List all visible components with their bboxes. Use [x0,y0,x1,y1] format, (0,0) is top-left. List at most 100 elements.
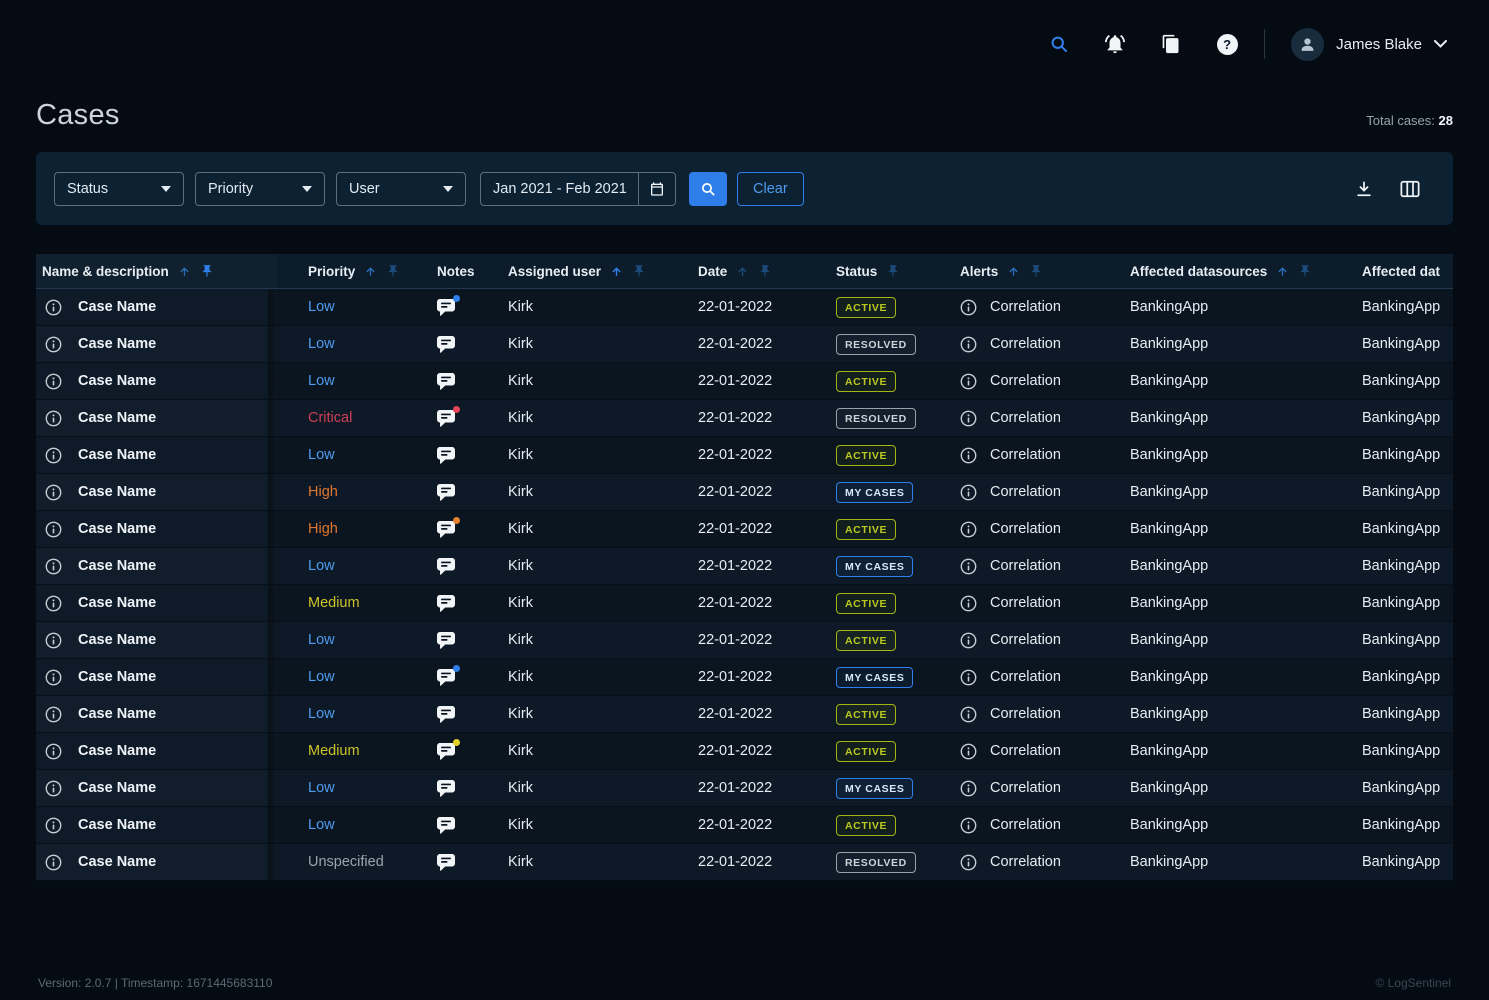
table-row[interactable]: Case Name Critical Kirk 22-01-2022 RESOL… [36,400,1453,437]
case-info-icon[interactable] [45,743,62,760]
alert-info-icon[interactable] [960,521,977,538]
alert-info-icon[interactable] [960,373,977,390]
column-header[interactable]: Notes [429,254,500,288]
case-info-icon[interactable] [45,373,62,390]
pin-icon[interactable] [1029,264,1043,278]
case-info-icon[interactable] [45,336,62,353]
notes-icon[interactable] [437,447,455,464]
column-header[interactable]: Assigned user [500,254,690,288]
case-info-icon[interactable] [45,558,62,575]
alert-info-icon[interactable] [960,780,977,797]
pin-icon[interactable] [632,264,646,278]
alert-info-icon[interactable] [960,336,977,353]
column-header[interactable]: Status [828,254,952,288]
table-row[interactable]: Case Name Low Kirk 22-01-2022 MY CASES [36,659,1453,696]
copy-documents-icon[interactable] [1160,33,1182,55]
alert-info-icon[interactable] [960,632,977,649]
notes-icon[interactable] [437,817,455,834]
alert-info-icon[interactable] [960,410,977,427]
table-row[interactable]: Case Name Low Kirk 22-01-2022 ACTIVE [36,363,1453,400]
table-row[interactable]: Case Name Low Kirk 22-01-2022 MY CASES [36,548,1453,585]
pin-icon[interactable] [758,264,772,278]
alert-info-icon[interactable] [960,817,977,834]
columns-icon[interactable] [1399,178,1421,200]
case-info-icon[interactable] [45,706,62,723]
table-row[interactable]: Case Name Low Kirk 22-01-2022 ACTIVE [36,289,1453,326]
alert-info-icon[interactable] [960,558,977,575]
table-row[interactable]: Case Name Unspecified Kirk 22-01-2022 RE… [36,844,1453,881]
case-info-icon[interactable] [45,299,62,316]
notes-icon[interactable] [437,373,455,390]
alert-info-icon[interactable] [960,484,977,501]
calendar-icon[interactable] [638,173,675,205]
priority-filter-dropdown[interactable]: Priority [195,172,325,206]
case-info-icon[interactable] [45,854,62,871]
alert-info-icon[interactable] [960,743,977,760]
pin-icon[interactable] [200,264,214,278]
table-row[interactable]: Case Name High Kirk 22-01-2022 ACTIVE [36,511,1453,548]
alert-info-icon[interactable] [960,706,977,723]
case-info-icon[interactable] [45,410,62,427]
table-row[interactable]: Case Name Low Kirk 22-01-2022 ACTIVE [36,696,1453,733]
column-header[interactable]: Priority [277,254,429,288]
column-header[interactable]: Date [690,254,828,288]
notes-icon[interactable] [437,780,455,797]
sort-arrow-icon[interactable] [736,265,749,278]
search-button[interactable] [689,172,727,206]
table-row[interactable]: Case Name Low Kirk 22-01-2022 RESOLVED [36,326,1453,363]
user-menu[interactable]: James Blake [1291,28,1447,61]
table-row[interactable]: Case Name Low Kirk 22-01-2022 ACTIVE [36,807,1453,844]
clear-button[interactable]: Clear [737,172,804,206]
notes-icon[interactable] [437,669,455,686]
sort-arrow-icon[interactable] [364,265,377,278]
user-filter-dropdown[interactable]: User [336,172,466,206]
notes-icon[interactable] [437,410,455,427]
table-row[interactable]: Case Name Medium Kirk 22-01-2022 ACTIVE [36,585,1453,622]
table-row[interactable]: Case Name Low Kirk 22-01-2022 ACTIVE [36,622,1453,659]
case-info-icon[interactable] [45,817,62,834]
sort-arrow-icon[interactable] [610,265,623,278]
notes-icon[interactable] [437,299,455,316]
case-info-icon[interactable] [45,780,62,797]
alert-info-icon[interactable] [960,595,977,612]
date-range-picker[interactable]: Jan 2021 - Feb 2021 [480,172,676,206]
table-row[interactable]: Case Name Medium Kirk 22-01-2022 ACTIVE [36,733,1453,770]
case-info-icon[interactable] [45,632,62,649]
status-filter-dropdown[interactable]: Status [54,172,184,206]
alert-info-icon[interactable] [960,854,977,871]
alert-info-icon[interactable] [960,299,977,316]
case-info-icon[interactable] [45,484,62,501]
sort-arrow-icon[interactable] [178,265,191,278]
column-header[interactable]: Affected datasources [1122,254,1354,288]
notes-icon[interactable] [437,521,455,538]
case-info-icon[interactable] [45,595,62,612]
sort-arrow-icon[interactable] [1007,265,1020,278]
table-row[interactable]: Case Name High Kirk 22-01-2022 MY CASES [36,474,1453,511]
case-info-icon[interactable] [45,669,62,686]
column-header[interactable]: Name & description [36,254,277,288]
table-row[interactable]: Case Name Low Kirk 22-01-2022 MY CASES [36,770,1453,807]
case-info-icon[interactable] [45,447,62,464]
notes-icon[interactable] [437,706,455,723]
help-icon[interactable]: ? [1216,33,1238,55]
case-info-icon[interactable] [45,521,62,538]
pin-icon[interactable] [886,264,900,278]
pin-icon[interactable] [1298,264,1312,278]
pin-icon[interactable] [386,264,400,278]
alert-info-icon[interactable] [960,669,977,686]
notes-icon[interactable] [437,595,455,612]
notifications-bell-icon[interactable] [1104,33,1126,55]
notes-icon[interactable] [437,854,455,871]
notes-icon[interactable] [437,632,455,649]
table-row[interactable]: Case Name Low Kirk 22-01-2022 ACTIVE [36,437,1453,474]
sort-arrow-icon[interactable] [1276,265,1289,278]
notes-icon[interactable] [437,336,455,353]
column-header[interactable]: Affected dat [1354,254,1453,288]
download-icon[interactable] [1353,178,1375,200]
notes-icon[interactable] [437,558,455,575]
notes-icon[interactable] [437,484,455,501]
alert-info-icon[interactable] [960,447,977,464]
search-icon[interactable] [1048,33,1070,55]
notes-icon[interactable] [437,743,455,760]
column-header[interactable]: Alerts [952,254,1122,288]
